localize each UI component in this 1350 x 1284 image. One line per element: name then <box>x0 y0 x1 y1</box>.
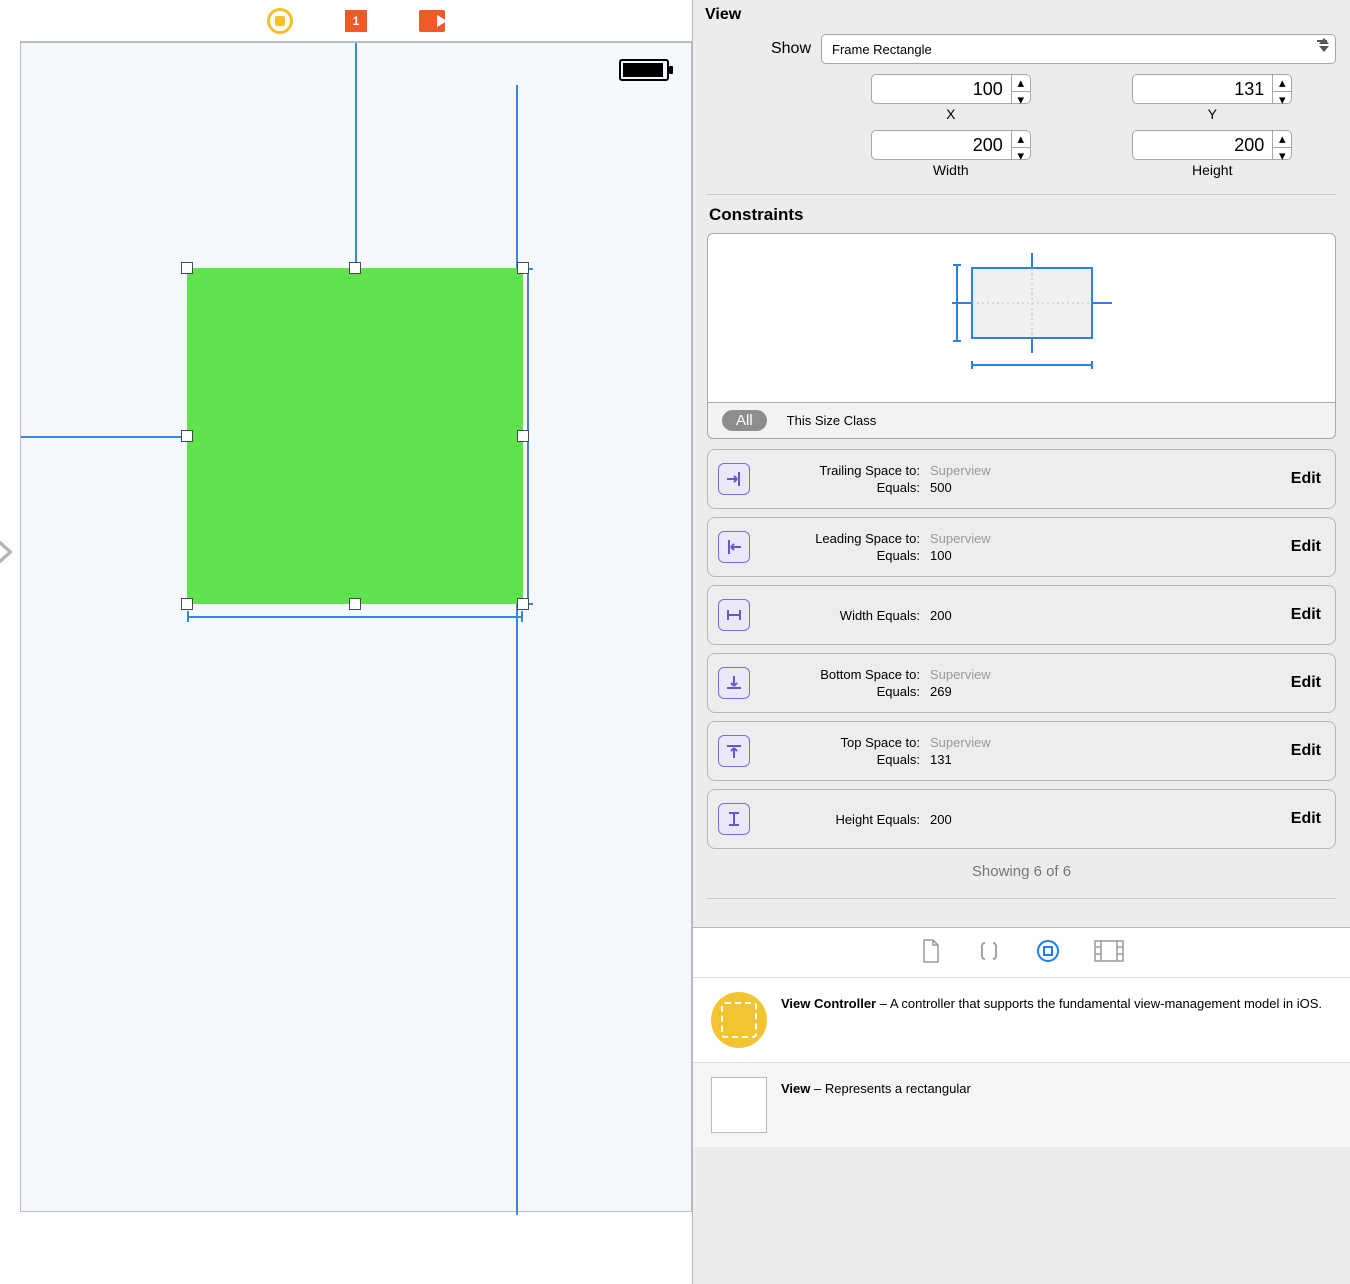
handle-ml[interactable] <box>181 430 193 442</box>
show-label: Show <box>707 40 811 58</box>
guide-top-center <box>355 43 357 268</box>
height-stepper[interactable]: ▴▾ <box>1272 130 1292 160</box>
constraint-label: Height Equals:200 <box>762 812 1279 827</box>
lib-tab-file-icon[interactable] <box>920 938 942 967</box>
size-class-row[interactable]: All This Size Class <box>707 403 1336 439</box>
constraint-list: Trailing Space to:SuperviewEquals:500 Edi… <box>693 449 1350 849</box>
constraint-item[interactable]: Bottom Space to:SuperviewEquals:269 Edit <box>707 653 1336 713</box>
show-dropdown[interactable]: Frame Rectangle <box>821 34 1336 64</box>
vc-desc: – A controller that supports the fundame… <box>876 996 1322 1011</box>
constraint-diagram[interactable] <box>707 233 1336 403</box>
handle-bl[interactable] <box>181 598 193 610</box>
y-input[interactable] <box>1132 74 1272 104</box>
scene-cube-icon[interactable] <box>341 6 371 36</box>
view-title: View <box>781 1081 810 1096</box>
library-tabs <box>693 927 1350 977</box>
handle-tr[interactable] <box>517 262 529 274</box>
constraint-item[interactable]: Top Space to:SuperviewEquals:131 Edit <box>707 721 1336 781</box>
height-input[interactable] <box>1132 130 1272 160</box>
constraint-type-icon <box>718 735 750 767</box>
exit-segue-icon[interactable] <box>417 6 447 36</box>
view-icon <box>711 1077 767 1133</box>
x-label: X <box>946 106 955 122</box>
battery-icon <box>619 59 669 81</box>
width-stepper[interactable]: ▴▾ <box>1011 130 1031 160</box>
canvas-toolbar <box>20 0 692 42</box>
constraint-item[interactable]: Width Equals:200 Edit <box>707 585 1336 645</box>
constraint-type-icon <box>718 599 750 631</box>
showing-count: Showing 6 of 6 <box>693 849 1350 894</box>
constraint-label: Trailing Space to:SuperviewEquals:500 <box>762 463 1279 495</box>
guide-left-mid <box>21 436 187 438</box>
constraint-label: Bottom Space to:SuperviewEquals:269 <box>762 667 1279 699</box>
library-text: View – Represents a rectangular <box>781 1077 971 1133</box>
handle-bc[interactable] <box>349 598 361 610</box>
constraint-label: Width Equals:200 <box>762 608 1279 623</box>
guide-right-full <box>516 85 518 1215</box>
guide-width-cap-r <box>521 611 523 622</box>
size-class-all-pill[interactable]: All <box>722 410 767 431</box>
handle-mr[interactable] <box>517 430 529 442</box>
constraint-item[interactable]: Height Equals:200 Edit <box>707 789 1336 849</box>
edit-button[interactable]: Edit <box>1291 606 1321 624</box>
handle-tl[interactable] <box>181 262 193 274</box>
expand-outline-icon[interactable] <box>0 538 17 569</box>
y-stepper[interactable]: ▴▾ <box>1272 74 1292 104</box>
canvas-area <box>0 0 692 1284</box>
constraint-type-icon <box>718 463 750 495</box>
guide-width-bar <box>187 616 523 618</box>
handle-tc[interactable] <box>349 262 361 274</box>
inspector-panel: View Show Frame Rectangle ▴▾ X ▴▾ Y ▴▾ <box>692 0 1350 1284</box>
lib-tab-code-icon[interactable] <box>976 940 1002 965</box>
height-label: Height <box>1192 162 1232 178</box>
y-label: Y <box>1208 106 1217 122</box>
x-input[interactable] <box>871 74 1011 104</box>
edit-button[interactable]: Edit <box>1291 538 1321 556</box>
constraint-type-icon <box>718 667 750 699</box>
show-value: Frame Rectangle <box>832 42 932 57</box>
guide-width-cap-l <box>187 611 189 622</box>
view-desc: – Represents a rectangular <box>810 1081 970 1096</box>
runtime-attributes-icon[interactable] <box>265 6 295 36</box>
device-canvas[interactable] <box>20 42 692 1212</box>
lib-tab-object-icon[interactable] <box>1036 939 1060 966</box>
width-label: Width <box>933 162 969 178</box>
edit-button[interactable]: Edit <box>1291 674 1321 692</box>
constraint-item[interactable]: Trailing Space to:SuperviewEquals:500 Edi… <box>707 449 1336 509</box>
edit-button[interactable]: Edit <box>1291 742 1321 760</box>
library-item-view[interactable]: View – Represents a rectangular <box>693 1062 1350 1147</box>
edit-button[interactable]: Edit <box>1291 470 1321 488</box>
lib-tab-media-icon[interactable] <box>1094 940 1124 965</box>
constraint-label: Leading Space to:SuperviewEquals:100 <box>762 531 1279 563</box>
constraint-item[interactable]: Leading Space to:SuperviewEquals:100 Edit <box>707 517 1336 577</box>
view-controller-icon <box>711 992 767 1048</box>
section-constraints-header: Constraints <box>693 195 1350 233</box>
vc-title: View Controller <box>781 996 876 1011</box>
constraint-label: Top Space to:SuperviewEquals:131 <box>762 735 1279 767</box>
library-item-view-controller[interactable]: View Controller – A controller that supp… <box>693 977 1350 1062</box>
selected-view[interactable] <box>187 268 523 604</box>
section-view-header: View <box>693 0 1350 32</box>
handle-br[interactable] <box>517 598 529 610</box>
size-class-label: This Size Class <box>787 413 877 428</box>
constraint-type-icon <box>718 531 750 563</box>
x-stepper[interactable]: ▴▾ <box>1011 74 1031 104</box>
edit-button[interactable]: Edit <box>1291 810 1321 828</box>
constraint-type-icon <box>718 803 750 835</box>
width-input[interactable] <box>871 130 1011 160</box>
library-text: View Controller – A controller that supp… <box>781 992 1322 1048</box>
